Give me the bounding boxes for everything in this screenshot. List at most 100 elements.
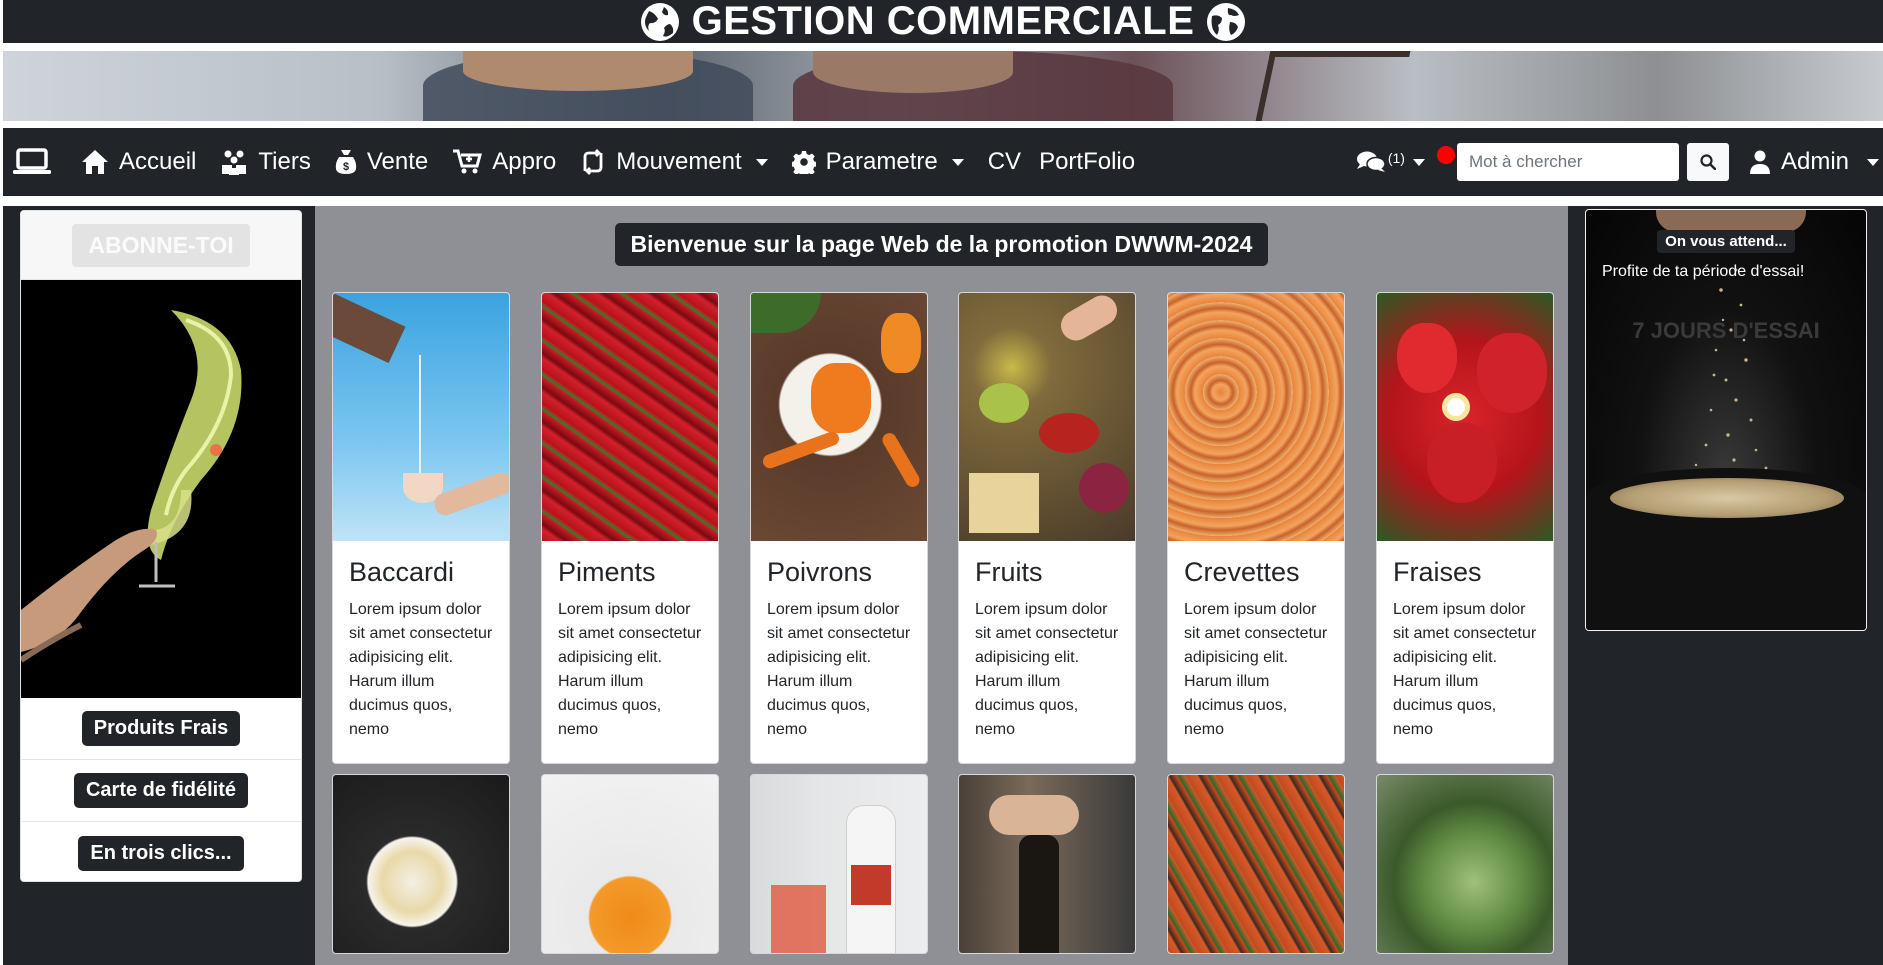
product-card-drink[interactable] [750,774,928,954]
product-image-piments [542,293,718,541]
trial-duration: 7 JOURS D'ESSAI [1632,318,1820,343]
product-title: Fraises [1393,557,1482,587]
gear-icon [791,151,816,174]
user-name: Admin [1780,148,1849,175]
nav-label: Vente [366,148,429,175]
laptop-icon [13,148,51,174]
product-card-carrots[interactable] [1167,774,1345,954]
product-card-body: Poivrons Lorem ipsum dolor sit amet cons… [751,541,927,763]
product-title: Piments [558,557,656,587]
nav-item-accueil[interactable]: Accueil [81,148,196,176]
product-card-body: Baccardi Lorem ipsum dolor sit amet cons… [333,541,509,763]
product-title: Poivrons [767,557,873,587]
product-card-body: Fruits Lorem ipsum dolor sit amet consec… [959,541,1135,763]
trial-text: Profite de ta période d'essai! [1602,263,1805,280]
nav-item-tiers[interactable]: Tiers [220,148,311,176]
nav-label: Accueil [119,148,197,175]
trial-card[interactable]: On vous attend... Profite de ta période … [1585,209,1867,631]
banner-image [3,51,1883,121]
product-description: Lorem ipsum dolor sit amet consectetur a… [767,601,911,738]
globe-icon [1207,2,1246,41]
nav-label: Tiers [258,148,311,175]
promo-card: ABONNE-TOI Produits Frais Carte de fidél… [20,210,302,882]
chevron-down-icon [1867,158,1879,166]
nav-label: Appro [492,148,557,175]
messages-dropdown[interactable]: (1) [1356,150,1425,174]
svg-text:$: $ [343,161,349,173]
product-card-soup[interactable] [332,774,510,954]
product-image-fruits [959,293,1135,541]
trial-badge: On vous attend... [1657,230,1795,253]
subscribe-button[interactable]: ABONNE-TOI [72,223,250,267]
three-clicks-button[interactable]: En trois clics... [78,835,244,871]
nav-item-vente[interactable]: $ Vente [335,148,428,176]
product-description: Lorem ipsum dolor sit amet consectetur a… [349,601,493,738]
nav-item-mouvement[interactable]: Mouvement [580,148,768,176]
welcome-text: Bienvenue sur la page Web de la promotio… [614,223,1269,266]
page-title: GESTION COMMERCIALE [691,0,1195,43]
welcome-banner: Bienvenue sur la page Web de la promotio… [315,223,1568,266]
navbar-right: (1) Admin [1356,128,1883,196]
product-card[interactable]: Piments Lorem ipsum dolor sit amet conse… [541,292,719,764]
product-card[interactable]: Fruits Lorem ipsum dolor sit amet consec… [958,292,1136,764]
product-card[interactable]: Poivrons Lorem ipsum dolor sit amet cons… [750,292,928,764]
chevron-down-icon [951,158,964,166]
loyalty-card-button[interactable]: Carte de fidélité [73,773,249,808]
search-button[interactable] [1686,143,1729,181]
left-button-row: Carte de fidélité [21,760,301,822]
product-title: Fruits [975,557,1043,587]
product-description: Lorem ipsum dolor sit amet consectetur a… [1184,601,1328,738]
product-card-body: Fraises Lorem ipsum dolor sit amet conse… [1377,541,1553,763]
search-input[interactable] [1456,143,1679,181]
nav-label: PortFolio [1039,148,1136,175]
nav-label: Mouvement [616,148,742,175]
product-description: Lorem ipsum dolor sit amet consectetur a… [1393,601,1537,738]
nav-item-portfolio[interactable]: PortFolio [1039,148,1135,176]
chevron-down-icon [1412,158,1425,166]
left-button-row: Produits Frais [21,698,301,760]
left-sidebar: ABONNE-TOI Produits Frais Carte de fidél… [3,206,315,965]
promo-card-header: ABONNE-TOI [21,211,301,280]
left-button-row: En trois clics... [21,822,301,881]
cocktail-image [21,280,301,698]
trial-badge-wrap: On vous attend... [1586,230,1866,253]
spice-grains [1610,478,1844,518]
product-title: Crevettes [1184,557,1300,587]
right-sidebar: On vous attend... Profite de ta période … [1568,206,1883,965]
search-icon [1700,154,1716,170]
nav-label: Parametre [825,148,938,175]
cart-icon [453,149,483,174]
transfer-icon [583,149,603,175]
fresh-products-button[interactable]: Produits Frais [81,711,241,746]
nav-label: CV [987,148,1022,175]
nav-item-parametre[interactable]: Parametre [791,148,964,176]
people-icon [222,150,247,175]
home-laptop-link[interactable] [13,148,51,176]
product-image-baccardi [333,293,509,541]
nav-item-cv[interactable]: CV [988,148,1021,176]
nav-item-appro[interactable]: Appro [452,148,556,176]
notification-dot [1436,146,1455,164]
product-card-wine[interactable] [958,774,1136,954]
product-image-fraises [1377,293,1553,541]
product-card-cabbage[interactable] [1376,774,1554,954]
messages-count: (1) [1387,150,1405,166]
cocktail-illustration [21,310,242,663]
product-card[interactable]: Crevettes Lorem ipsum dolor sit amet con… [1167,292,1345,764]
user-menu[interactable]: Admin [1749,148,1879,176]
product-card[interactable]: Baccardi Lorem ipsum dolor sit amet cons… [332,292,510,764]
product-title: Baccardi [349,557,455,587]
main-navbar: Accueil Tiers $ Vente Appro Mouvement Pa… [3,128,1883,196]
product-card-body: Crevettes Lorem ipsum dolor sit amet con… [1168,541,1344,763]
product-description: Lorem ipsum dolor sit amet consectetur a… [975,601,1119,738]
page-title-wrap: GESTION COMMERCIALE [640,0,1247,44]
spice-falling-illustration [1694,248,1768,470]
product-card-body: Piments Lorem ipsum dolor sit amet conse… [542,541,718,763]
product-card-orange[interactable] [541,774,719,954]
product-card[interactable]: Fraises Lorem ipsum dolor sit amet conse… [1376,292,1554,764]
comments-icon [1356,151,1386,172]
product-description: Lorem ipsum dolor sit amet consectetur a… [558,601,702,738]
money-bag-icon: $ [335,150,357,174]
home-icon [82,150,108,174]
product-image-poivrons [751,293,927,541]
